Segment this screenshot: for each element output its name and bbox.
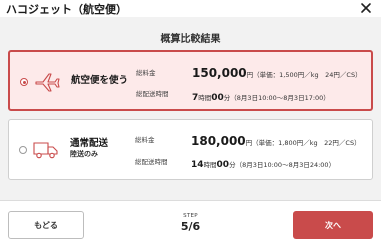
fee-value-row: 180,000円（単価：1,800円／kg 22円／CS） [191, 130, 361, 149]
footer-bar: もどる STEP 5/6 次へ [0, 200, 381, 241]
fee-detail: （単価：1,800円／kg 22円／CS） [252, 139, 361, 147]
time-h-unit: 時間 [198, 94, 212, 102]
time-detail: （8月3日10:00〜8月3日17:00） [230, 94, 330, 102]
app-header: ハコジェット（航空便） [0, 0, 381, 17]
option-sublabel: 陸送のみ [70, 150, 98, 158]
truck-icon [33, 142, 58, 159]
option-label: 航空便を使う [71, 75, 129, 86]
fee-label: 総料金 [135, 136, 155, 144]
option-card-air[interactable]: 航空便を使う 総料金 150,000円（単価：1,500円／kg 24円／CS）… [8, 50, 373, 111]
section-title: 概算比較結果 [160, 34, 221, 45]
fee-label: 総料金 [136, 69, 156, 77]
option-card-truck[interactable]: 通常配送 陸送のみ 総料金 180,000円（単価：1,800円／kg 22円／… [8, 119, 373, 180]
option-label: 通常配送 陸送のみ [70, 138, 108, 160]
time-value-row: 14時間00分（8月3日10:00〜8月3日24:00） [191, 152, 335, 171]
next-button[interactable]: 次へ [293, 211, 373, 239]
time-hours: 14 [191, 160, 204, 170]
time-value-row: 7時間00分（8月3日10:00〜8月3日17:00） [192, 85, 330, 104]
close-icon[interactable] [359, 1, 373, 15]
time-detail: （8月3日10:00〜8月3日24:00） [235, 161, 336, 169]
page-title: ハコジェット（航空便） [6, 2, 127, 16]
radio-truck[interactable] [19, 146, 27, 154]
radio-dot [22, 80, 26, 84]
time-label: 総配送時間 [135, 158, 168, 166]
airplane-icon [35, 73, 60, 92]
time-h-unit: 時間 [203, 161, 217, 169]
radio-air[interactable] [20, 78, 28, 86]
fee-value-row: 150,000円（単価：1,500円／kg 24円／CS） [192, 62, 362, 81]
time-minutes: 00 [216, 160, 230, 170]
fee-value: 150,000 [192, 66, 247, 80]
fee-value: 180,000 [191, 134, 246, 148]
time-label: 総配送時間 [136, 90, 169, 98]
time-minutes: 00 [211, 93, 224, 103]
option-label-main: 通常配送 [70, 138, 109, 149]
fee-detail: （単価：1,500円／kg 24円／CS） [253, 71, 362, 79]
